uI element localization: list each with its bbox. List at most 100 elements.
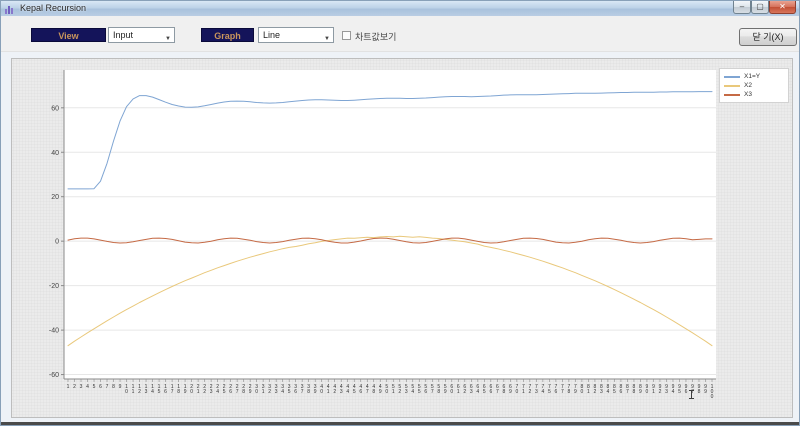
x-tick-label: 46 xyxy=(359,384,362,395)
x-tick-label: 57 xyxy=(431,384,434,395)
window-bottom-edge xyxy=(1,422,799,425)
legend-line-swatch xyxy=(724,84,740,87)
x-tick-label: 84 xyxy=(607,384,610,395)
app-window: Kepal Recursion – ▢ ✕ View Input ▼ Graph… xyxy=(0,0,800,426)
x-tick-label: 72 xyxy=(528,384,531,395)
x-tick-label: 64 xyxy=(476,384,479,395)
x-tick-label: 91 xyxy=(652,384,655,395)
x-tick-label: 70 xyxy=(515,384,518,395)
x-tick-label: 6 xyxy=(99,384,102,390)
x-tick-label: 95 xyxy=(678,384,681,395)
x-tick-label: 5 xyxy=(93,384,96,390)
x-tick-label: 67 xyxy=(496,384,499,395)
legend-label: X2 xyxy=(744,82,752,89)
y-tick-label: 60 xyxy=(51,105,59,112)
x-tick-label: 66 xyxy=(489,384,492,395)
x-tick-label: 94 xyxy=(672,384,675,395)
window-title: Kepal Recursion xyxy=(20,3,87,13)
x-tick-label: 83 xyxy=(600,384,603,395)
x-tick-label: 98 xyxy=(698,384,701,395)
x-tick-label: 31 xyxy=(262,384,265,395)
line-combobox[interactable]: Line ▼ xyxy=(258,27,334,43)
chart-values-checkbox-label[interactable]: 차트값보기 xyxy=(355,30,396,43)
chevron-down-icon: ▼ xyxy=(165,36,171,42)
x-tick-label: 47 xyxy=(366,384,369,395)
y-tick-label: -60 xyxy=(49,372,59,379)
x-tick-label: 96 xyxy=(685,384,688,395)
x-tick-label: 25 xyxy=(223,384,226,395)
chart-legend: X1=Y X2 X3 xyxy=(719,68,789,103)
ibeam-cursor-icon xyxy=(689,390,694,399)
x-tick-label: 75 xyxy=(548,384,551,395)
x-tick-label: 53 xyxy=(405,384,408,395)
x-tick-label: 8 xyxy=(112,384,115,390)
x-tick-label: 39 xyxy=(314,384,317,395)
x-tick-label: 26 xyxy=(229,384,232,395)
x-tick-label: 40 xyxy=(320,384,323,395)
x-tick-label: 93 xyxy=(665,384,668,395)
x-tick-label: 43 xyxy=(340,384,343,395)
x-tick-label: 21 xyxy=(197,384,200,395)
x-tick-label: 54 xyxy=(411,384,414,395)
legend-label: X1=Y xyxy=(744,73,761,80)
minimize-button[interactable]: – xyxy=(733,1,751,14)
titlebar: Kepal Recursion – ▢ ✕ xyxy=(1,1,799,16)
graph-button[interactable]: Graph xyxy=(201,28,254,42)
maximize-button[interactable]: ▢ xyxy=(751,1,769,14)
x-tick-label: 35 xyxy=(288,384,291,395)
x-tick-label: 92 xyxy=(659,384,662,395)
chart-panel: -60 -40 -20 0 20 40 60 1 2 3 4 5 6 7 8 9 1 0 1 1 1 2 1 3 1 4 1 5 1 6 1… xyxy=(11,58,793,418)
x-tick-label: 68 xyxy=(502,384,505,395)
x-tick-label: 48 xyxy=(372,384,375,395)
x-tick-label: 59 xyxy=(444,384,447,395)
x-tick-label: 15 xyxy=(158,384,161,395)
x-tick-label: 32 xyxy=(268,384,271,395)
x-tick-label: 77 xyxy=(561,384,564,395)
y-tick-label: 20 xyxy=(51,194,59,201)
x-tick-label: 16 xyxy=(164,384,167,395)
window-controls: – ▢ ✕ xyxy=(733,1,796,14)
close-window-button[interactable]: ✕ xyxy=(769,1,796,14)
x-tick-label: 23 xyxy=(210,384,213,395)
x-tick-label: 37 xyxy=(301,384,304,395)
x-tick-label: 61 xyxy=(457,384,460,395)
x-tick-label: 41 xyxy=(327,384,330,395)
x-tick-label: 81 xyxy=(587,384,590,395)
x-tick-label: 51 xyxy=(392,384,395,395)
chart-values-checkbox[interactable] xyxy=(342,31,351,40)
y-tick-label: -40 xyxy=(49,328,59,335)
x-tick-label: 18 xyxy=(177,384,180,395)
x-tick-label: 50 xyxy=(385,384,388,395)
legend-item: X1=Y xyxy=(724,72,784,81)
x-tick-label: 69 xyxy=(509,384,512,395)
x-tick-label: 58 xyxy=(437,384,440,395)
line-combobox-value: Line xyxy=(263,30,281,40)
y-tick-label: 0 xyxy=(55,239,59,246)
x-tick-label: 74 xyxy=(541,384,544,395)
x-tick-label: 99 xyxy=(704,384,707,395)
x-tick-label: 63 xyxy=(470,384,473,395)
x-tick-label: 78 xyxy=(567,384,570,395)
x-tick-label: 49 xyxy=(379,384,382,395)
y-tick-label: 40 xyxy=(51,150,59,157)
x-tick-label: 28 xyxy=(242,384,245,395)
x-tick-label: 24 xyxy=(216,384,219,395)
bar-chart-icon xyxy=(5,4,16,14)
x-tick-label: 85 xyxy=(613,384,616,395)
x-tick-label: 1 xyxy=(67,384,70,390)
x-tick-label: 4 xyxy=(86,384,89,390)
x-tick-label: 100 xyxy=(711,384,714,400)
chevron-down-icon: ▼ xyxy=(324,36,330,42)
x-tick-label: 55 xyxy=(418,384,421,395)
close-dialog-button[interactable]: 닫 기(X) xyxy=(739,28,797,46)
line-chart: -60-40-2002040601 2 3 4 5 6 7 8 9 1 01 11 21 31 41 51 61… xyxy=(49,70,716,400)
x-tick-label: 27 xyxy=(236,384,239,395)
x-tick-label: 19 xyxy=(184,384,187,395)
input-combobox[interactable]: Input ▼ xyxy=(108,27,175,43)
x-tick-label: 56 xyxy=(424,384,427,395)
x-tick-label: 62 xyxy=(463,384,466,395)
x-tick-label: 33 xyxy=(275,384,278,395)
view-button[interactable]: View xyxy=(31,28,106,42)
x-tick-label: 2 xyxy=(73,384,76,390)
legend-item: X3 xyxy=(724,90,784,99)
